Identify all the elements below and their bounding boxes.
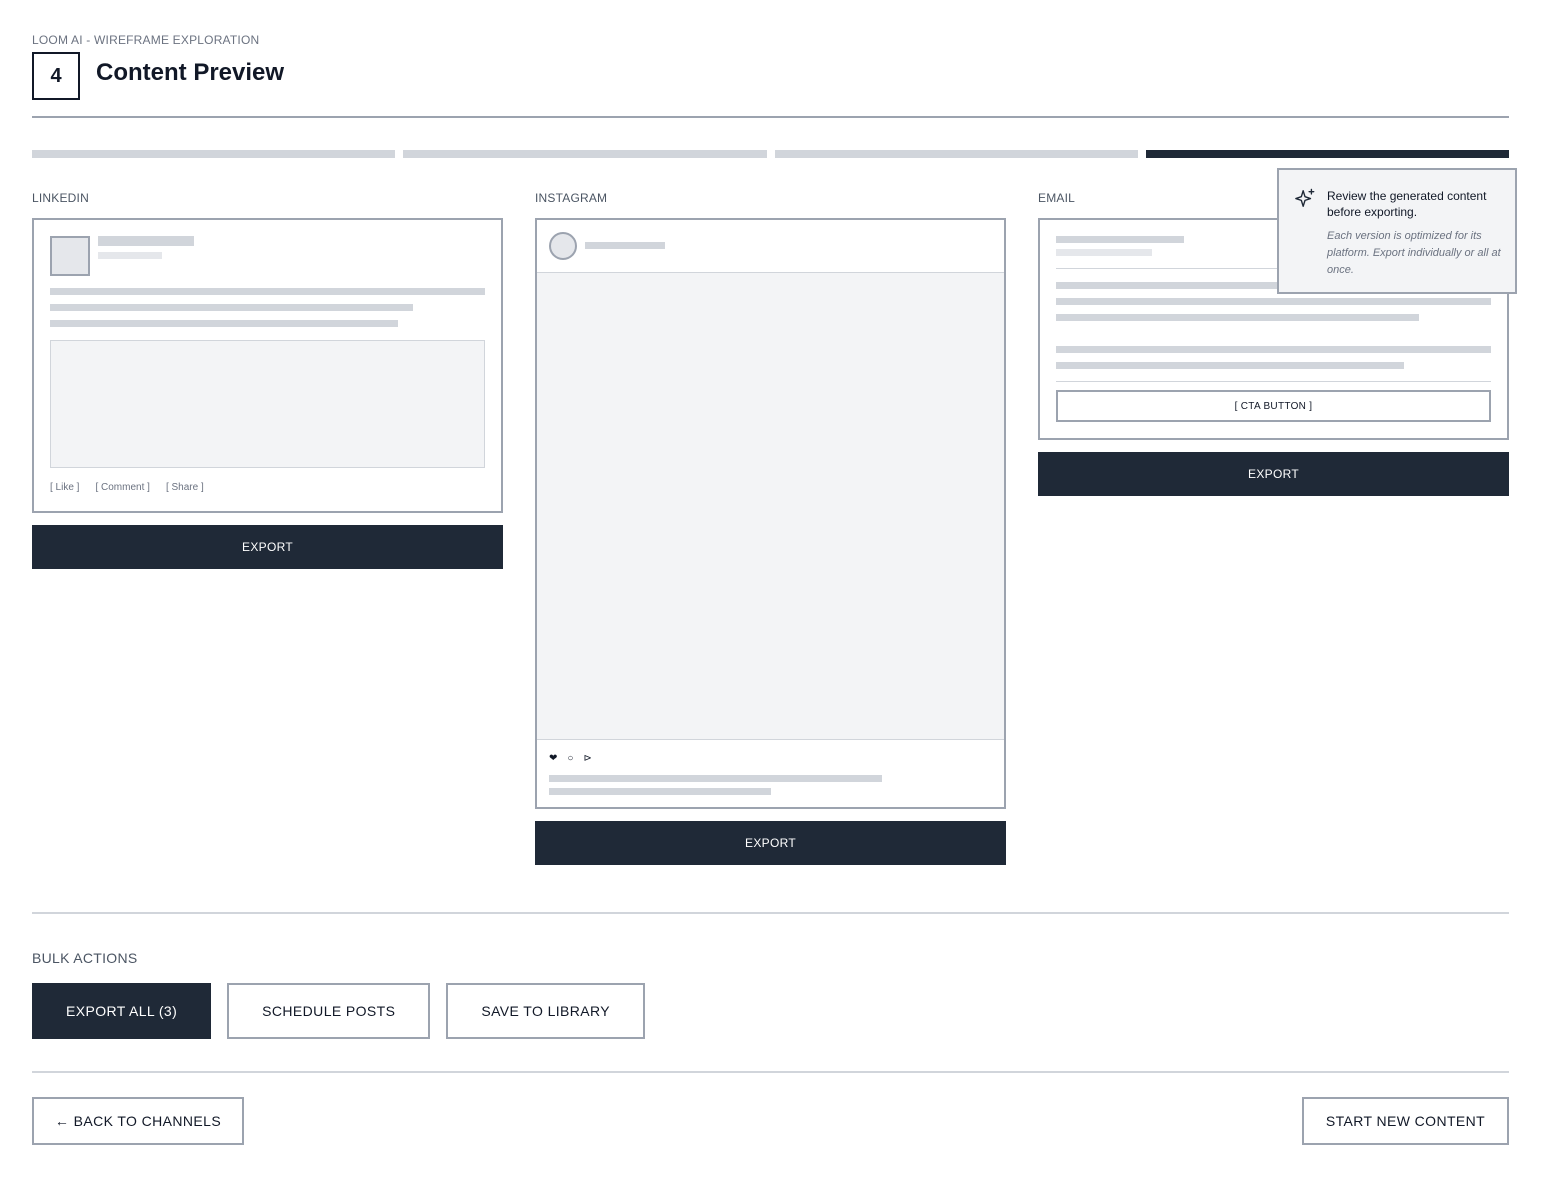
linkedin-export-button[interactable]: EXPORT: [32, 525, 503, 569]
comment-icon[interactable]: ○: [567, 753, 573, 764]
instagram-username-placeholder: [585, 242, 665, 249]
linkedin-text-line: [50, 320, 398, 327]
linkedin-text-line: [50, 304, 413, 311]
progress-step-1: [32, 150, 396, 158]
footer-divider: [32, 1071, 1509, 1073]
progress-step-4: [1145, 150, 1509, 158]
linkedin-media-placeholder: [50, 340, 485, 468]
linkedin-column: LINKEDIN [ Like ] [ Comment ] [ Share ] …: [32, 190, 503, 569]
email-preheader-placeholder: [1056, 249, 1152, 256]
linkedin-text-line: [50, 288, 485, 295]
instagram-preview-card: ❤ ○ ⊳: [535, 218, 1006, 809]
export-all-button[interactable]: EXPORT ALL (3): [32, 983, 212, 1039]
sparkle-icon: [1295, 188, 1315, 208]
breadcrumb: LOOM AI - WIREFRAME EXPLORATION: [32, 33, 260, 47]
email-cta-button[interactable]: [ CTA BUTTON ]: [1056, 390, 1491, 422]
comment-action[interactable]: [ Comment ]: [95, 482, 149, 493]
email-body-line: [1056, 298, 1491, 305]
heart-icon[interactable]: ❤: [549, 753, 557, 764]
instagram-image-placeholder: [537, 273, 1004, 740]
email-body-line: [1056, 314, 1419, 321]
progress-step-2: [403, 150, 767, 158]
instagram-avatar-placeholder: [549, 232, 577, 260]
email-body-line: [1056, 362, 1404, 369]
save-to-library-button[interactable]: SAVE TO LIBRARY: [446, 983, 646, 1039]
instagram-export-button[interactable]: EXPORT: [535, 821, 1006, 865]
share-action[interactable]: [ Share ]: [166, 482, 204, 493]
progress-step-3: [774, 150, 1138, 158]
instagram-column: INSTAGRAM ❤ ○ ⊳ EXPORT: [535, 190, 1006, 865]
content-preview-page: LOOM AI - WIREFRAME EXPLORATION 4 Conten…: [32, 0, 1517, 1177]
linkedin-label: LINKEDIN: [32, 191, 89, 205]
instagram-action-icons: ❤ ○ ⊳: [549, 753, 592, 764]
instagram-label: INSTAGRAM: [535, 191, 608, 205]
linkedin-name-placeholder: [98, 236, 194, 246]
schedule-posts-button[interactable]: SCHEDULE POSTS: [227, 983, 431, 1039]
linkedin-subtitle-placeholder: [98, 252, 162, 259]
instagram-post-header: [537, 220, 1004, 273]
linkedin-actions: [ Like ] [ Comment ] [ Share ]: [50, 482, 204, 493]
instagram-caption-line: [549, 775, 882, 782]
email-body-line: [1056, 346, 1491, 353]
email-divider: [1056, 381, 1491, 382]
like-action[interactable]: [ Like ]: [50, 482, 79, 493]
tooltip-title: Review the generated content before expo…: [1327, 189, 1487, 219]
linkedin-preview-card: [ Like ] [ Comment ] [ Share ]: [32, 218, 503, 513]
start-new-content-button[interactable]: START NEW CONTENT: [1302, 1097, 1509, 1145]
tooltip-body: Each version is optimized for its platfo…: [1327, 230, 1501, 276]
step-number-badge: 4: [32, 52, 80, 100]
section-divider: [32, 912, 1509, 914]
email-subject-placeholder: [1056, 236, 1184, 243]
page-title: Content Preview: [96, 59, 285, 86]
back-to-channels-button[interactable]: ← BACK TO CHANNELS: [32, 1097, 244, 1145]
share-icon[interactable]: ⊳: [583, 753, 591, 764]
bulk-actions-label: BULK ACTIONS: [32, 950, 138, 966]
step-progress-bar: [32, 150, 1509, 158]
instagram-caption-line: [549, 788, 771, 795]
review-tooltip: Review the generated content before expo…: [1277, 168, 1517, 294]
bulk-actions-row: EXPORT ALL (3) SCHEDULE POSTS SAVE TO LI…: [32, 983, 646, 1039]
header-divider: [32, 116, 1509, 118]
email-export-button[interactable]: EXPORT: [1038, 452, 1509, 496]
linkedin-avatar-placeholder: [50, 236, 90, 276]
